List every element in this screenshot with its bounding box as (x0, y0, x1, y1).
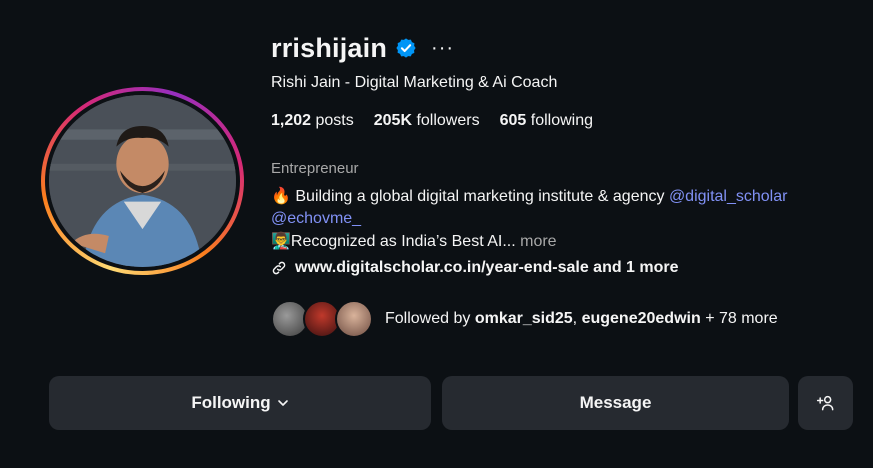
following-button-label: Following (191, 393, 271, 412)
suggested-users-button[interactable] (798, 376, 853, 430)
following-stat[interactable]: 605 following (500, 112, 593, 130)
link-icon (272, 261, 286, 275)
bio-external-link[interactable]: www.digitalscholar.co.in/year-end-sale a… (271, 259, 679, 277)
chevron-down-icon (277, 400, 288, 406)
profile-category: Entrepreneur (271, 160, 359, 177)
bio-line-1: 🔥 Building a global digital marketing in… (271, 186, 861, 230)
posts-stat[interactable]: 1,202 posts (271, 112, 354, 130)
followed-by-prefix: Followed by (385, 310, 471, 327)
bio-link-text: www.digitalscholar.co.in/year-end-sale a… (295, 259, 679, 276)
profile-avatar-story-ring[interactable] (41, 87, 244, 275)
profile-stats: 1,202 posts 205K followers 605 following (271, 112, 593, 130)
following-count: 605 (499, 112, 527, 129)
following-button[interactable]: Following (49, 376, 431, 430)
more-options-icon[interactable]: ··· (431, 38, 454, 58)
fire-emoji-icon: 🔥 (271, 188, 291, 205)
profile-username: rrishijain (271, 32, 388, 63)
mention-echovme-link[interactable]: @echovme_ (271, 210, 361, 227)
mention-digital-scholar-link[interactable]: @digital_scholar (669, 188, 788, 205)
followers-stat[interactable]: 205K followers (374, 112, 480, 130)
following-label: following (530, 112, 594, 129)
followed-by-row[interactable]: Followed by omkar_sid25, eugene20edwin +… (271, 300, 778, 338)
add-person-icon (816, 395, 833, 411)
profile-full-name: Rishi Jain - Digital Marketing & Ai Coac… (271, 74, 558, 91)
avatar-gap (45, 91, 240, 271)
verified-badge-icon (396, 38, 416, 58)
username-row: rrishijain ··· (271, 30, 454, 66)
posts-label: posts (315, 112, 354, 129)
bio-more-link[interactable]: more (520, 233, 556, 250)
mutual-follower-avatar (335, 300, 373, 338)
profile-avatar[interactable] (49, 95, 236, 267)
avatar-portrait-image (49, 95, 236, 267)
followed-by-text: Followed by omkar_sid25, eugene20edwin +… (385, 310, 778, 328)
bio-line-3-text: Recognized as India’s Best AI... (290, 233, 516, 250)
bio-line-1-text: Building a global digital marketing inst… (295, 188, 665, 205)
mutual-follower-1[interactable]: omkar_sid25 (475, 310, 573, 327)
followed-by-suffix: + 78 more (705, 310, 778, 327)
posts-count: 1,202 (271, 112, 312, 129)
message-button[interactable]: Message (442, 376, 789, 430)
message-button-label: Message (579, 393, 652, 412)
followers-label: followers (416, 112, 480, 129)
bio-line-3: 👨‍🏫Recognized as India’s Best AI... more (271, 231, 557, 251)
followed-by-separator: , (572, 310, 578, 327)
mutual-follower-2[interactable]: eugene20edwin (582, 310, 701, 327)
teacher-emoji-icon: 👨‍🏫 (271, 233, 291, 250)
followers-count: 205K (373, 112, 412, 129)
